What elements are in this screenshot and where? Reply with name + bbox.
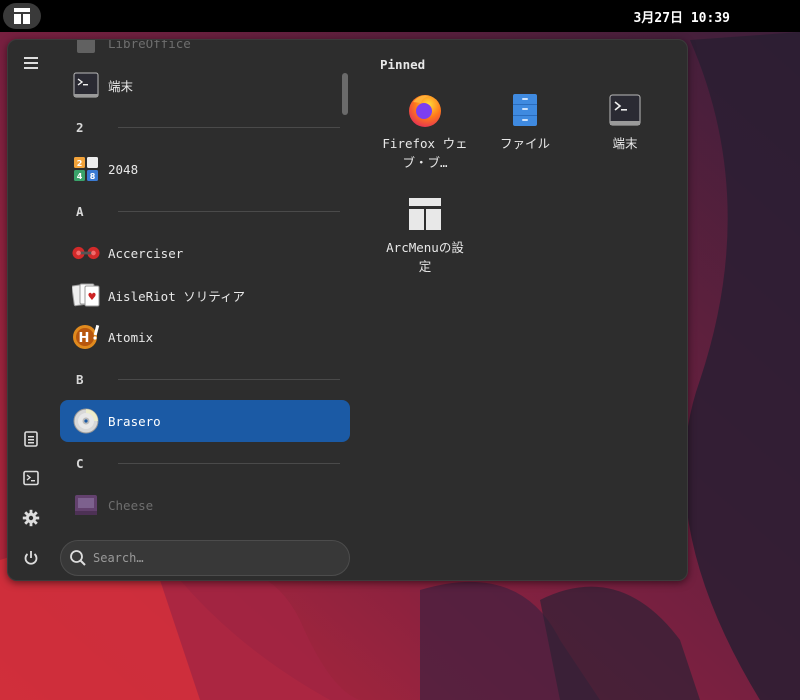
list-item-accerciser[interactable]: Accerciser — [60, 232, 352, 274]
section-divider — [118, 126, 340, 128]
disc-icon — [72, 407, 100, 435]
files-icon — [507, 92, 543, 128]
pinned-app-label: Firefox ウェブ・ブ… — [382, 136, 468, 170]
document-icon — [24, 431, 38, 447]
list-item-brasero[interactable]: Brasero — [60, 400, 350, 442]
pinned-app-firefox[interactable]: Firefox ウェブ・ブ… — [377, 82, 473, 178]
pinned-app-terminal[interactable]: 端末 — [577, 82, 673, 178]
svg-text:2: 2 — [77, 159, 83, 168]
section-header-label: 2 — [76, 119, 84, 135]
list-item-label: Accerciser — [108, 245, 184, 261]
arcmenu-icon — [407, 196, 443, 232]
search-icon — [70, 550, 86, 566]
svg-text:4: 4 — [77, 172, 83, 181]
gear-icon — [22, 509, 40, 527]
list-item-label: 端末 — [108, 78, 134, 94]
game-2048-icon: 2 4 8 — [72, 155, 100, 183]
clock[interactable]: 3月27日 10:39 — [0, 0, 800, 32]
list-item-atomix[interactable]: H Atomix — [60, 316, 352, 358]
pinned-app-label: ArcMenuの設定 — [386, 240, 464, 274]
cheese-icon — [72, 491, 100, 519]
settings-button[interactable] — [16, 503, 46, 533]
hamburger-icon — [24, 57, 38, 69]
documents-button[interactable] — [16, 424, 46, 454]
list-item-libreoffice[interactable]: LibreOffice — [60, 40, 352, 64]
pinned-app-files[interactable]: ファイル — [477, 82, 573, 178]
svg-text:♥: ♥ — [88, 292, 97, 303]
terminal-button[interactable] — [16, 463, 46, 493]
section-header-2: 2 — [60, 106, 352, 148]
accerciser-icon — [72, 239, 100, 267]
app-list[interactable]: LibreOffice 端末 2 2 4 8 2048 A Accerciser… — [60, 40, 352, 532]
section-header-label: A — [76, 203, 84, 219]
list-item-2048[interactable]: 2 4 8 2048 — [60, 148, 352, 190]
list-item-label: Cheese — [108, 497, 154, 513]
search-bar — [60, 540, 350, 576]
hamburger-menu-button[interactable] — [16, 48, 46, 78]
list-item-aisleriot[interactable]: ♥ AisleRiot ソリティア — [60, 274, 352, 316]
atomix-icon: H — [72, 323, 100, 351]
terminal-icon — [72, 71, 100, 99]
section-header-c: C — [60, 442, 352, 484]
section-header-label: B — [76, 371, 84, 387]
terminal-icon — [23, 470, 39, 486]
section-divider — [118, 462, 340, 464]
pinned-title: Pinned — [380, 57, 426, 72]
top-bar: 3月27日 10:39 — [0, 0, 800, 32]
firefox-icon — [407, 92, 443, 128]
list-item-terminal[interactable]: 端末 — [60, 64, 352, 106]
svg-text:H: H — [79, 331, 90, 346]
cards-icon: ♥ — [72, 281, 100, 309]
list-item-label: 2048 — [108, 161, 139, 177]
section-header-label: C — [76, 455, 84, 471]
pinned-app-label: ファイル — [499, 136, 550, 151]
pinned-app-label: 端末 — [612, 136, 638, 151]
libreoffice-icon — [72, 40, 100, 57]
list-item-label: AisleRiot ソリティア — [108, 288, 246, 304]
search-input[interactable] — [93, 551, 323, 565]
section-header-a: A — [60, 190, 352, 232]
list-item-cheese[interactable]: Cheese — [60, 484, 352, 526]
section-header-b: B — [60, 358, 352, 400]
list-item-label: Brasero — [108, 413, 161, 429]
power-icon — [24, 551, 38, 565]
arcmenu-popup: LibreOffice 端末 2 2 4 8 2048 A Accerciser… — [7, 39, 688, 581]
terminal-icon — [607, 92, 643, 128]
svg-text:8: 8 — [90, 172, 96, 181]
power-button[interactable] — [16, 543, 46, 573]
pinned-app-arcmenu-settings[interactable]: ArcMenuの設定 — [377, 186, 473, 282]
section-divider — [118, 210, 340, 212]
app-list-scrollbar[interactable] — [342, 73, 348, 115]
list-item-label: Atomix — [108, 329, 154, 345]
clock-label: 3月27日 10:39 — [633, 10, 730, 26]
section-divider — [118, 378, 340, 380]
list-item-label: LibreOffice — [108, 40, 191, 51]
